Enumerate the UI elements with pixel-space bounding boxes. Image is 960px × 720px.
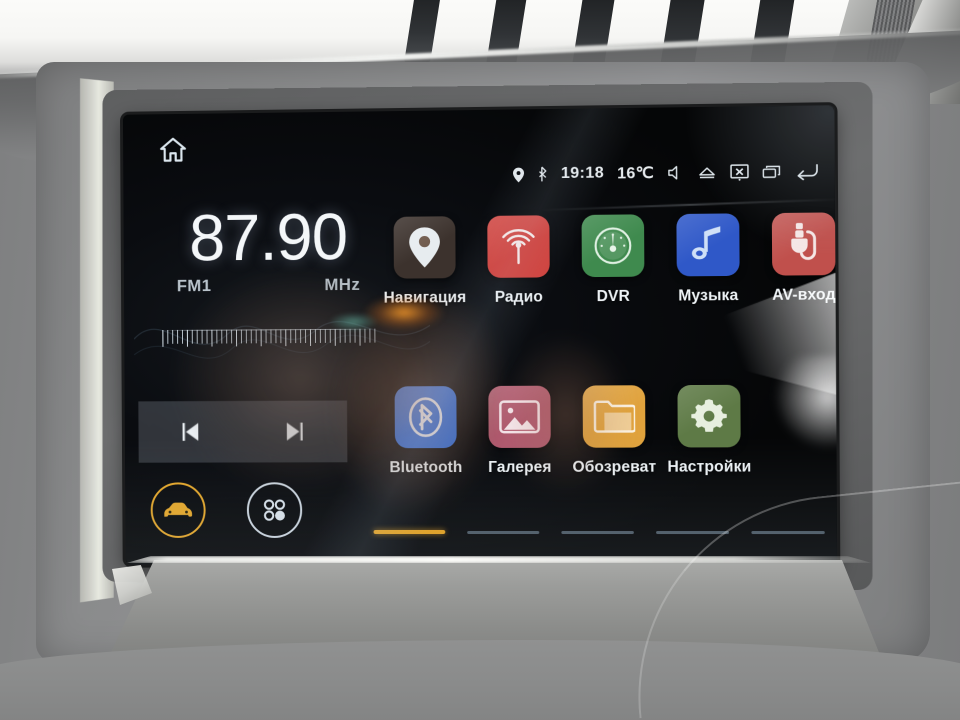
app-gallery[interactable]: Галерея — [472, 380, 567, 550]
apps-grid-icon — [259, 494, 291, 526]
navigation-pin-icon — [410, 227, 441, 269]
app-tile[interactable] — [676, 213, 740, 277]
frequency-sublabels: FM1 MHz — [177, 275, 361, 296]
page-dash[interactable] — [467, 530, 540, 534]
head-unit-screen[interactable]: 19:18 16℃ 87.90 FM1 MHz Навигация Радио … — [122, 105, 838, 566]
skip-next-icon — [286, 422, 303, 441]
app-tile[interactable] — [488, 385, 551, 448]
location-pin-icon — [512, 166, 524, 182]
app-label: Радио — [494, 288, 543, 306]
car-settings-button[interactable] — [150, 482, 206, 538]
volume-mute-icon[interactable] — [667, 165, 684, 181]
app-bluetooth[interactable]: Bluetooth — [379, 380, 474, 550]
next-track-button[interactable] — [267, 409, 323, 455]
app-label: Навигация — [383, 289, 467, 307]
bluetooth-icon — [409, 397, 443, 438]
page-dash[interactable] — [656, 530, 730, 534]
screenshot-root: 19:18 16℃ 87.90 FM1 MHz Навигация Радио … — [0, 0, 960, 720]
app-label: Настройки — [667, 458, 752, 476]
all-apps-button[interactable] — [246, 482, 303, 538]
prev-track-button[interactable] — [163, 409, 218, 455]
page-dash[interactable] — [561, 530, 634, 534]
app-tile[interactable] — [394, 386, 457, 449]
back-icon[interactable] — [795, 162, 819, 180]
app-music[interactable]: Музыка — [660, 207, 756, 379]
app-label: AV-вход — [772, 286, 836, 304]
gallery-image-icon — [498, 399, 540, 435]
app-tile[interactable] — [582, 385, 646, 448]
page-dash-active[interactable] — [373, 529, 446, 534]
app-label: DVR — [596, 287, 630, 306]
radio-antenna-icon — [501, 228, 534, 264]
recents-icon[interactable] — [762, 163, 781, 179]
app-tile[interactable] — [771, 212, 836, 276]
file-folder-icon — [593, 398, 636, 434]
av-plug-icon — [791, 222, 822, 267]
screen-off-icon[interactable] — [730, 163, 749, 180]
skip-previous-icon — [182, 422, 199, 441]
radio-band-label: FM1 — [176, 276, 212, 296]
settings-gear-icon — [691, 399, 727, 432]
home-icon — [158, 136, 188, 164]
radio-unit-label: MHz — [324, 274, 361, 295]
tuner-ticks-major — [162, 328, 376, 347]
app-tile[interactable] — [581, 214, 645, 278]
app-tile[interactable] — [487, 215, 550, 278]
frequency-row: 87.90 — [145, 199, 392, 275]
status-time: 19:18 — [560, 164, 605, 183]
radio-frequency: 87.90 — [188, 199, 348, 275]
app-label: Музыка — [678, 286, 739, 305]
app-grid: Навигация Радио DVR Музыка AV-вход Bluet… — [378, 206, 838, 550]
app-av-input[interactable]: AV-вход — [755, 206, 837, 378]
app-label: Обозреват — [572, 458, 657, 476]
radio-widget[interactable]: 87.90 FM1 MHz — [145, 199, 392, 347]
bluetooth-icon — [537, 166, 548, 182]
app-label: Bluetooth — [389, 459, 463, 477]
app-dvr[interactable]: DVR — [565, 208, 661, 379]
console-bottom-trim — [0, 479, 960, 720]
music-note-icon — [691, 226, 721, 260]
quick-buttons-row — [150, 482, 303, 538]
app-file-browser[interactable]: Обозреват — [566, 379, 662, 550]
app-navigation[interactable]: Навигация — [378, 210, 473, 380]
car-icon — [164, 502, 193, 517]
tuner-scale[interactable] — [162, 325, 376, 347]
transport-controls[interactable] — [138, 400, 348, 463]
eject-icon[interactable] — [697, 165, 716, 180]
dvr-gauge-icon — [592, 224, 635, 267]
app-tile[interactable] — [393, 216, 456, 279]
app-label: Галерея — [488, 458, 552, 476]
app-tile[interactable] — [677, 384, 741, 448]
app-radio[interactable]: Радио — [471, 209, 566, 380]
status-temperature: 16℃ — [617, 164, 654, 183]
